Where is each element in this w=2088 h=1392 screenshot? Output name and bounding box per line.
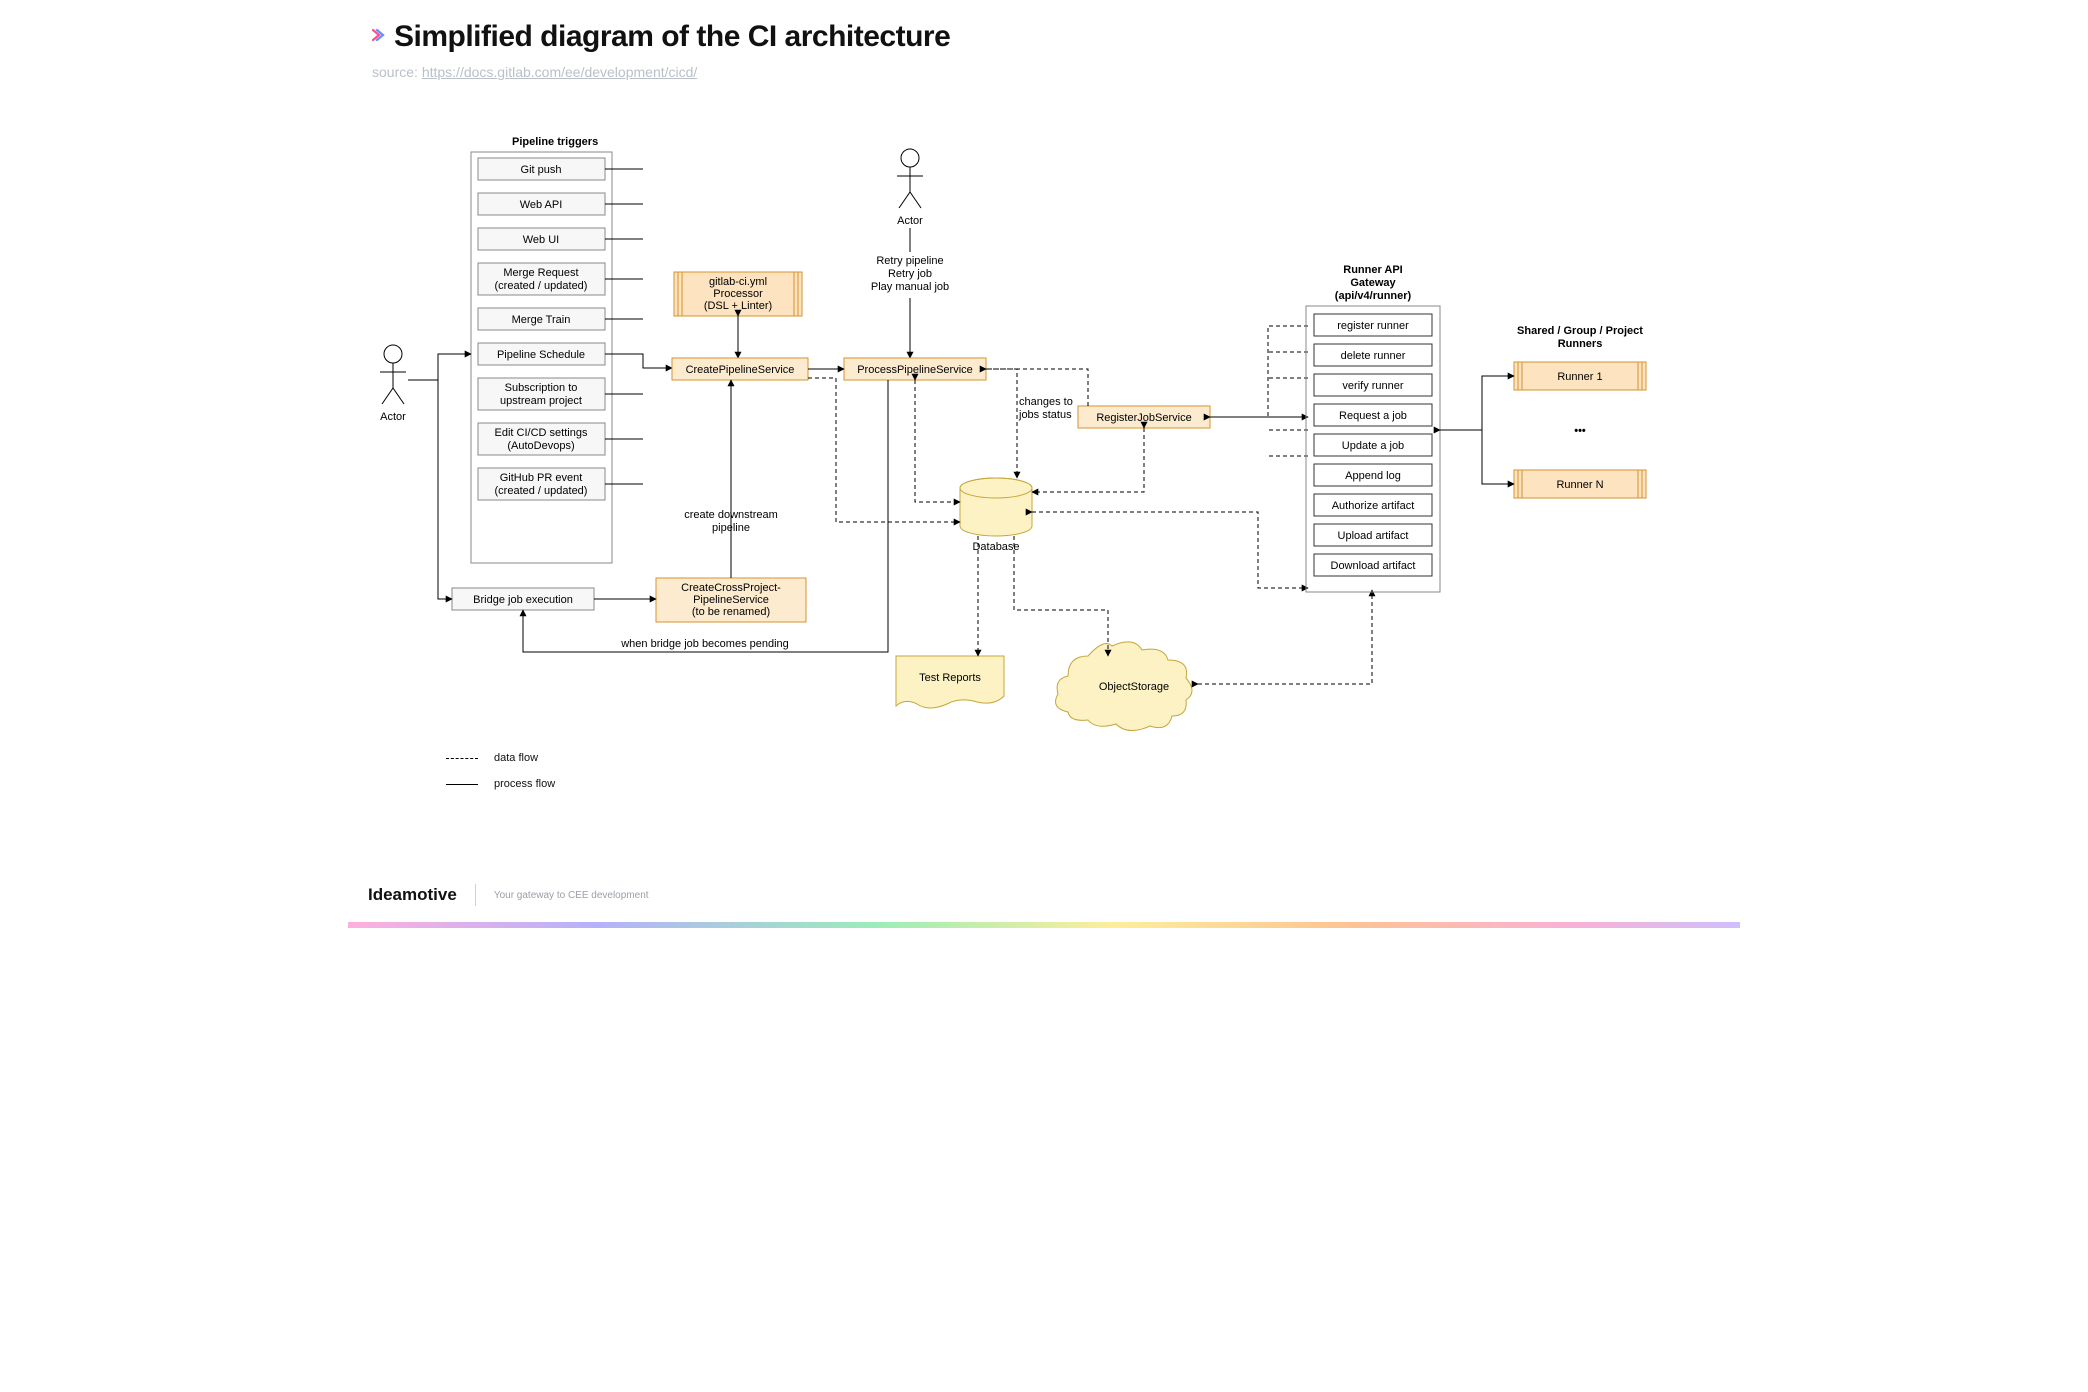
database-shape: Database: [960, 478, 1032, 553]
triggers-list: Git pushWeb APIWeb UIMerge Request(creat…: [478, 158, 643, 500]
gateway-title-2: Gateway: [1350, 277, 1396, 289]
svg-text:Test Reports: Test Reports: [919, 672, 981, 684]
title-row: Simplified diagram of the CI architectur…: [372, 20, 950, 54]
gateway-title-1: Runner API: [1343, 264, 1403, 276]
trigger-label: Pipeline Schedule: [497, 349, 585, 361]
svg-text:Runner N: Runner N: [1556, 479, 1603, 491]
trigger-label: (AutoDevops): [507, 440, 574, 452]
gateway-list: register runner delete runner verify runne…: [1314, 314, 1432, 576]
yml-line-3: (DSL + Linter): [704, 300, 772, 312]
cross-3: (to be renamed): [692, 606, 770, 618]
trigger-label: Merge Request: [503, 267, 578, 279]
legend-process-flow: process flow: [494, 778, 555, 790]
legend-data-flow: data flow: [494, 752, 538, 764]
yml-line-2: Processor: [713, 288, 763, 300]
footer-rainbow: [348, 922, 1740, 928]
trigger-label: (created / updated): [495, 485, 588, 497]
actor-action-2: Retry job: [888, 268, 932, 280]
gateway-item-label: verify runner: [1342, 380, 1403, 392]
cross-project-box: CreateCrossProject- PipelineService (to …: [656, 578, 806, 622]
trigger-label: Merge Train: [512, 314, 571, 326]
page-root: Simplified diagram of the CI architectur…: [348, 0, 1740, 928]
actor-left: Actor: [380, 345, 406, 423]
runner-group: Runner 1 ••• Runner N: [1514, 362, 1646, 498]
trigger-label: Subscription to: [505, 382, 578, 394]
gateway-item-label: delete runner: [1341, 350, 1406, 362]
svg-text:ProcessPipelineService: ProcessPipelineService: [857, 364, 973, 376]
trigger-label: (created / updated): [495, 280, 588, 292]
actor-action-3: Play manual job: [871, 281, 949, 293]
yml-line-1: gitlab-ci.yml: [709, 276, 767, 288]
source-label: source:: [372, 64, 422, 80]
test-reports-shape: Test Reports: [896, 656, 1004, 708]
page-title: Simplified diagram of the CI architectur…: [394, 20, 950, 54]
footer-separator: [475, 884, 476, 906]
source-line: source: https://docs.gitlab.com/ee/devel…: [372, 64, 697, 80]
changes-1: changes to: [1019, 396, 1073, 408]
trigger-label: Web API: [520, 199, 563, 211]
create-down-2: pipeline: [712, 522, 750, 534]
diagram-canvas: Actor Actor Retry pipeline Retry job Pla…: [348, 100, 1740, 800]
legend-solid-icon: [446, 784, 478, 785]
gateway-item-label: Authorize artifact: [1332, 500, 1415, 512]
source-link[interactable]: https://docs.gitlab.com/ee/development/c…: [422, 64, 697, 80]
gateway-item-label: Upload artifact: [1338, 530, 1409, 542]
footer-brand: Ideamotive: [368, 885, 457, 905]
trigger-label: upstream project: [500, 395, 582, 407]
svg-text:when bridge job becomes pendin: when bridge job becomes pending: [620, 638, 789, 650]
actor-top: Actor: [897, 149, 923, 227]
cross-2: PipelineService: [693, 594, 769, 606]
gateway-item-label: register runner: [1337, 320, 1409, 332]
legend-dash-icon: [446, 758, 478, 759]
gateway-title-3: (api/v4/runner): [1335, 290, 1412, 302]
yml-processor: gitlab-ci.yml Processor (DSL + Linter): [674, 272, 802, 316]
trigger-label: Edit CI/CD settings: [495, 427, 588, 439]
create-down-1: create downstream: [684, 509, 778, 521]
cross-1: CreateCrossProject-: [681, 582, 781, 594]
gateway-item-label: Append log: [1345, 470, 1401, 482]
svg-text:RegisterJobService: RegisterJobService: [1096, 412, 1191, 424]
footer-tagline: Your gateway to CEE development: [494, 890, 649, 901]
object-storage-shape: ObjectStorage: [1056, 642, 1192, 731]
svg-text:Runner 1: Runner 1: [1557, 371, 1602, 383]
svg-text:CreatePipelineService: CreatePipelineService: [686, 364, 795, 376]
gateway-item-label: Download artifact: [1331, 560, 1416, 572]
chevron-icon: [372, 28, 386, 47]
actor-action-1: Retry pipeline: [876, 255, 943, 267]
svg-text:Database: Database: [972, 541, 1019, 553]
runners-title-1: Shared / Group / Project: [1517, 325, 1643, 337]
svg-text:Actor: Actor: [897, 215, 923, 227]
gateway-item-label: Request a job: [1339, 410, 1407, 422]
gateway-item-label: Update a job: [1342, 440, 1404, 452]
triggers-title: Pipeline triggers: [512, 136, 598, 148]
trigger-label: Git push: [521, 164, 562, 176]
svg-text:ObjectStorage: ObjectStorage: [1099, 681, 1169, 693]
legend: data flow process flow: [446, 752, 555, 804]
svg-text:•••: •••: [1574, 425, 1586, 437]
trigger-label: GitHub PR event: [500, 472, 583, 484]
svg-text:Actor: Actor: [380, 411, 406, 423]
svg-text:Bridge job execution: Bridge job execution: [473, 594, 573, 606]
changes-2: jobs status: [1018, 409, 1072, 421]
trigger-label: Web UI: [523, 234, 559, 246]
runners-title-2: Runners: [1558, 338, 1603, 350]
footer: Ideamotive Your gateway to CEE developme…: [348, 864, 1740, 928]
